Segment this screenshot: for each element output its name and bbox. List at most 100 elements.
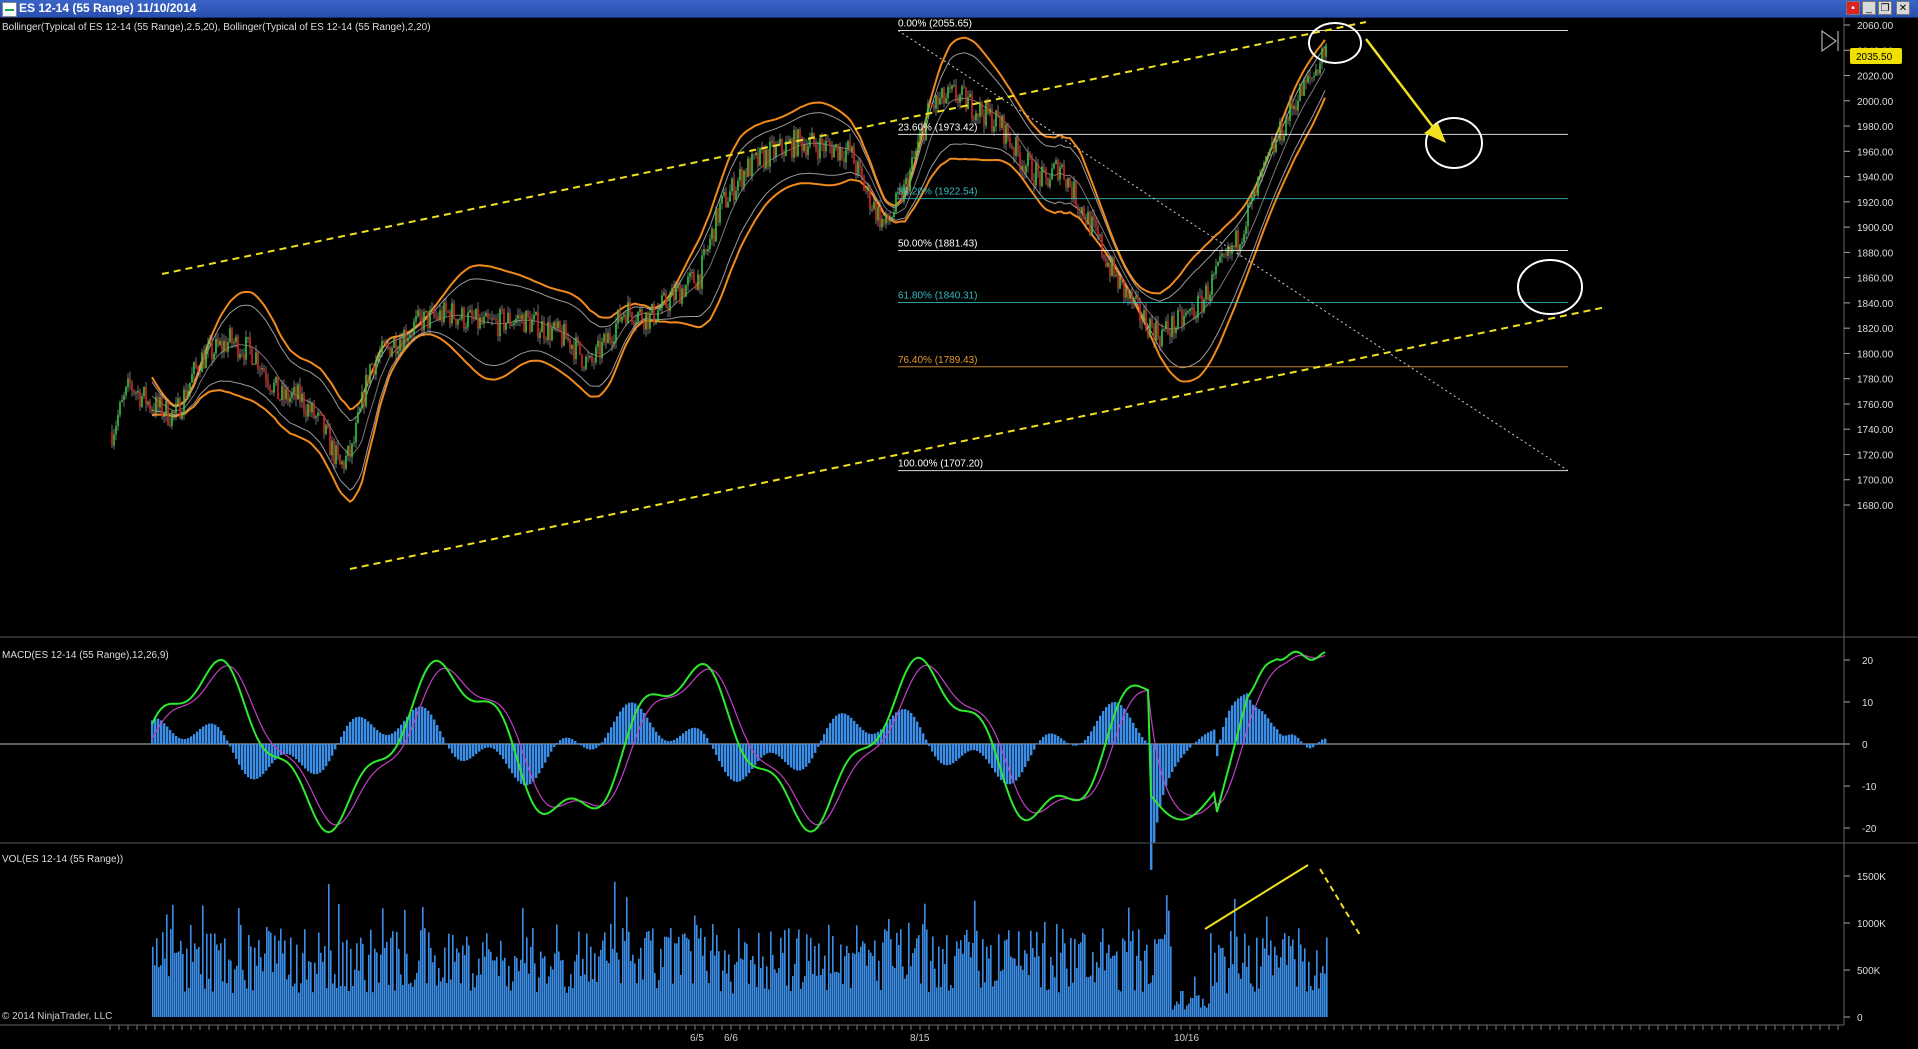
- candle: [217, 333, 219, 348]
- candle: [1303, 77, 1305, 96]
- volume-bar: [1126, 952, 1128, 1017]
- volume-bar: [738, 928, 740, 1017]
- chart-canvas[interactable]: Bollinger(Typical of ES 12-14 (55 Range)…: [0, 17, 1918, 1049]
- candle: [1063, 159, 1065, 181]
- window-title: ES 12-14 (55 Range) 11/10/2014: [19, 1, 197, 15]
- volume-trend-line[interactable]: [1204, 864, 1309, 930]
- volume-bar: [340, 985, 342, 1017]
- price-axis-label: 1700.00: [1857, 476, 1894, 487]
- price-axis-label: 1780.00: [1857, 375, 1894, 386]
- candle: [1189, 307, 1191, 317]
- candle: [997, 104, 999, 118]
- volume-bar: [396, 931, 398, 1017]
- volume-bar: [574, 961, 576, 1017]
- macd-histogram-bar: [898, 710, 901, 744]
- macd-histogram-bar: [436, 725, 439, 744]
- macd-histogram-bar: [724, 744, 727, 773]
- annotation-arrow-line[interactable]: [1365, 38, 1437, 132]
- macd-histogram-bar: [1051, 733, 1054, 744]
- annotation-circle-support[interactable]: [1517, 259, 1583, 315]
- volume-bar: [1072, 982, 1074, 1017]
- volume-bar: [704, 936, 706, 1017]
- candle: [279, 398, 281, 402]
- volume-bar: [1046, 990, 1048, 1017]
- candle: [117, 409, 119, 431]
- volume-bar: [560, 960, 562, 1017]
- candle: [449, 309, 451, 329]
- candlesticks[interactable]: [111, 42, 1327, 474]
- macd-histogram-bar: [466, 744, 469, 761]
- volume-bar: [354, 969, 356, 1017]
- macd-histogram-bar: [388, 734, 391, 744]
- candle: [1167, 313, 1169, 336]
- candle: [243, 348, 245, 366]
- macd-histogram-bar: [292, 744, 295, 757]
- minimize-button[interactable]: _: [1862, 1, 1876, 15]
- volume-bar: [732, 993, 734, 1017]
- volume-bar: [1184, 1009, 1186, 1017]
- upper-channel-line[interactable]: [161, 21, 1367, 275]
- volume-bar: [870, 952, 872, 1017]
- candle: [803, 137, 805, 154]
- candle: [1279, 118, 1281, 145]
- macd-histogram-bar: [490, 744, 493, 748]
- volume-trend-dashed-line[interactable]: [1319, 868, 1361, 936]
- lower-channel-line[interactable]: [349, 306, 1607, 570]
- candle: [1287, 116, 1289, 125]
- macd-histogram-bar: [1096, 720, 1099, 744]
- macd-histogram-bar: [1078, 744, 1081, 745]
- candle: [853, 142, 855, 165]
- volume-bar: [170, 929, 172, 1017]
- volume-bar: [674, 943, 676, 1017]
- volume-bar: [376, 952, 378, 1017]
- macd-histogram-bar: [1210, 730, 1213, 744]
- candle: [551, 322, 553, 342]
- time-axis[interactable]: 6/5 6/6 8/15 10/16: [0, 1024, 1844, 1044]
- macd-panel[interactable]: MACD(ES 12-14 (55 Range),12,26,9): [0, 650, 1844, 870]
- candle: [933, 100, 935, 113]
- candle: [303, 391, 305, 418]
- volume-bar: [632, 954, 634, 1017]
- macd-histogram-bar: [922, 733, 925, 744]
- red-indicator-button[interactable]: ▪: [1846, 1, 1860, 15]
- close-button[interactable]: ✕: [1896, 1, 1910, 15]
- volume-bar: [698, 938, 700, 1017]
- volume-bar: [618, 959, 620, 1017]
- candle: [135, 390, 137, 401]
- macd-histogram-bar: [805, 744, 808, 767]
- candle: [715, 206, 717, 242]
- volume-bar: [824, 955, 826, 1017]
- volume-bar: [922, 924, 924, 1017]
- volume-bar: [1150, 982, 1152, 1017]
- price-axis[interactable]: 2060.002040.002020.002000.001980.001960.…: [1844, 21, 1902, 1024]
- macd-histogram-bar: [742, 744, 745, 780]
- price-axis-label: 1940.00: [1857, 173, 1894, 184]
- macd-histogram-bar: [283, 744, 286, 755]
- candle: [277, 376, 279, 400]
- price-panel[interactable]: Bollinger(Typical of ES 12-14 (55 Range)…: [2, 18, 1607, 570]
- volume-bar: [908, 922, 910, 1017]
- macd-histogram-bar: [583, 744, 586, 748]
- window-titlebar[interactable]: ES 12-14 (55 Range) 11/10/2014 ▪ _ ❐ ✕: [0, 0, 1918, 18]
- annotation-circle-top[interactable]: [1308, 22, 1362, 64]
- restore-button[interactable]: ❐: [1878, 1, 1892, 15]
- macd-histogram-bar: [988, 744, 991, 764]
- candle: [577, 335, 579, 347]
- volume-panel[interactable]: VOL(ES 12-14 (55 Range)): [2, 854, 1361, 1017]
- annotation-circle-target[interactable]: [1425, 117, 1483, 169]
- candle: [665, 289, 667, 309]
- candle: [781, 137, 783, 159]
- volume-bar: [502, 960, 504, 1017]
- candle: [717, 207, 719, 227]
- candle: [481, 311, 483, 325]
- candle: [165, 400, 167, 422]
- candle: [383, 339, 385, 344]
- play-forward-icon[interactable]: [1821, 29, 1839, 53]
- volume-bar: [938, 946, 940, 1017]
- volume-bar: [530, 946, 532, 1017]
- volume-axis-label: 1000K: [1857, 919, 1886, 930]
- volume-bar: [308, 961, 310, 1017]
- macd-histogram-bar: [1258, 709, 1261, 744]
- volume-bar: [534, 963, 536, 1017]
- volume-bar: [1250, 983, 1252, 1017]
